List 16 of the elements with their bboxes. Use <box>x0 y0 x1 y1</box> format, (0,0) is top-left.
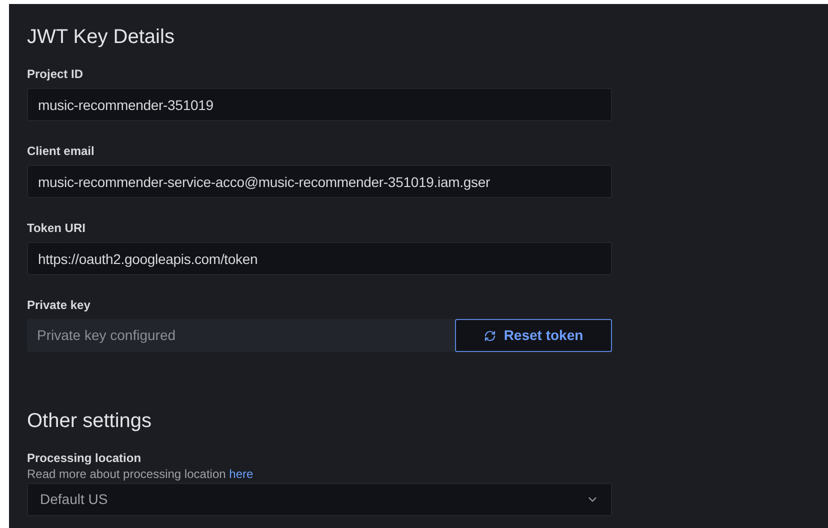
text-field[interactable]: https://oauth2.googleapis.com/token <box>27 242 612 275</box>
field-label: Client email <box>27 143 94 159</box>
section-title: JWT Key Details <box>27 25 174 50</box>
field-label: Project ID <box>27 66 84 82</box>
location-select[interactable]: Default US <box>27 483 612 516</box>
reset-token-button[interactable]: Reset token <box>455 319 612 352</box>
text-field[interactable]: music-recommender-service-acco@music-recommender-351019.iam.gser <box>27 165 612 198</box>
text-field[interactable]: music-recommender-351019 <box>27 88 612 121</box>
here-link[interactable]: here <box>229 467 254 481</box>
refresh-icon <box>484 330 496 342</box>
section-title: Other settings <box>27 409 152 434</box>
field-label: Token URI <box>27 220 86 236</box>
field-label: Private key <box>27 297 90 313</box>
field-description: Read more about processing location here <box>27 466 254 482</box>
private-key-field[interactable]: Private key configured <box>27 319 455 352</box>
field-label: Processing location <box>27 450 142 466</box>
